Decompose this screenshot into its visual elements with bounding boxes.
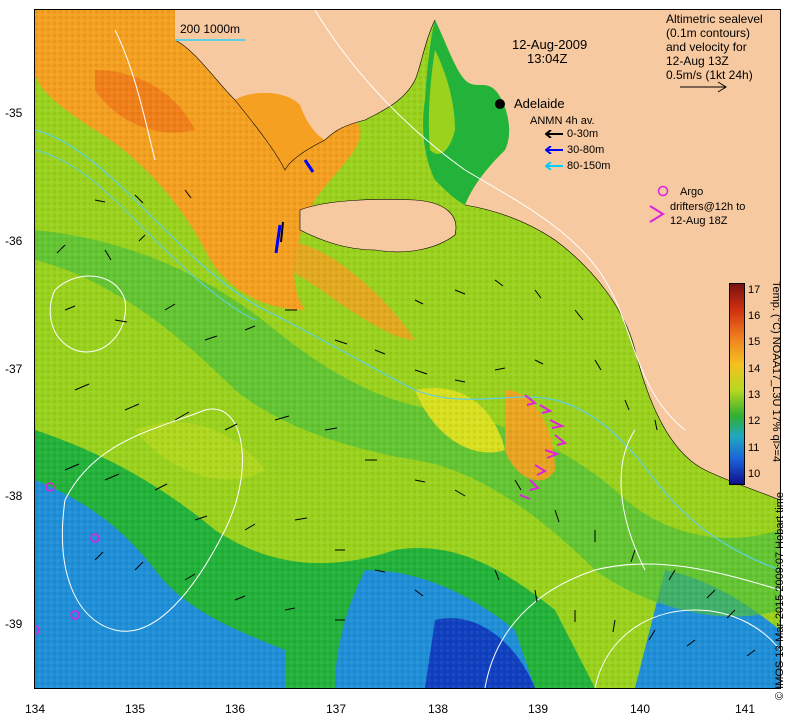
- x-tick-label: 139: [528, 702, 549, 716]
- colorbar-tick: 16: [748, 310, 761, 322]
- colorbar-tick: 17: [748, 284, 761, 296]
- x-tick-label: 138: [428, 702, 449, 716]
- x-tick-label: 135: [125, 702, 146, 716]
- altimetry-note-line: (0.1m contours): [666, 26, 751, 40]
- temperature-colorbar: [729, 283, 745, 485]
- y-tick-label: -37: [5, 362, 23, 376]
- argo-label: Argo: [680, 186, 704, 198]
- arrow-icon: [545, 146, 563, 154]
- scale-bar-label: 200 1000m: [180, 22, 241, 36]
- arrow-icon: [545, 130, 563, 138]
- colorbar-title: Temp. (°C) NOAA17_L3U 17% ql>=4: [770, 281, 782, 463]
- colorbar-tick: 12: [748, 415, 761, 427]
- anmn-legend-label: 80-150m: [567, 160, 611, 172]
- argo-circle-icon: [657, 185, 669, 197]
- drifters-label: drifters@12h to: [670, 201, 746, 213]
- colorbar-tick: 11: [748, 442, 760, 454]
- colorbar-tick: 15: [748, 336, 761, 348]
- anmn-legend-item: 30-80m: [545, 144, 604, 156]
- sst-map: [34, 9, 781, 689]
- x-tick-label: 134: [25, 702, 46, 716]
- x-tick-label: 136: [225, 702, 246, 716]
- city-label: Adelaide: [514, 96, 565, 111]
- y-tick-label: -35: [5, 106, 23, 120]
- adelaide-marker: [495, 99, 505, 109]
- colorbar-tick: 10: [748, 468, 761, 480]
- anmn-legend-item: 80-150m: [545, 160, 610, 172]
- colorbar-tick: 14: [748, 363, 761, 375]
- arrow-icon: [545, 162, 563, 170]
- anmn-legend-item: 0-30m: [545, 128, 598, 140]
- colorbar-tick: 13: [748, 389, 761, 401]
- map-date: 12-Aug-2009: [512, 37, 588, 52]
- x-tick-label: 137: [326, 702, 347, 716]
- y-tick-label: -36: [5, 234, 23, 248]
- y-tick-label: -38: [5, 489, 23, 503]
- anmn-legend-title: ANMN 4h av.: [530, 115, 595, 127]
- y-tick-label: -39: [5, 617, 23, 631]
- drifter-chevron-icon: [649, 205, 665, 223]
- map-time: 13:04Z: [527, 51, 568, 66]
- credit-text: © IMOS 13-Mar-2015 2009:07 Hobart time: [774, 491, 786, 700]
- scale-arrow-icon: [680, 81, 727, 93]
- drifters-label: 12-Aug 18Z: [670, 215, 728, 227]
- anmn-legend-label: 30-80m: [567, 144, 605, 156]
- x-tick-label: 141: [735, 702, 756, 716]
- x-tick-label: 140: [630, 702, 651, 716]
- altimetry-note-line: and velocity for: [666, 40, 747, 54]
- altimetry-note-line: Altimetric sealevel: [666, 12, 763, 26]
- anmn-legend-label: 0-30m: [567, 128, 599, 140]
- altimetry-note-line: 12-Aug 13Z: [666, 54, 729, 68]
